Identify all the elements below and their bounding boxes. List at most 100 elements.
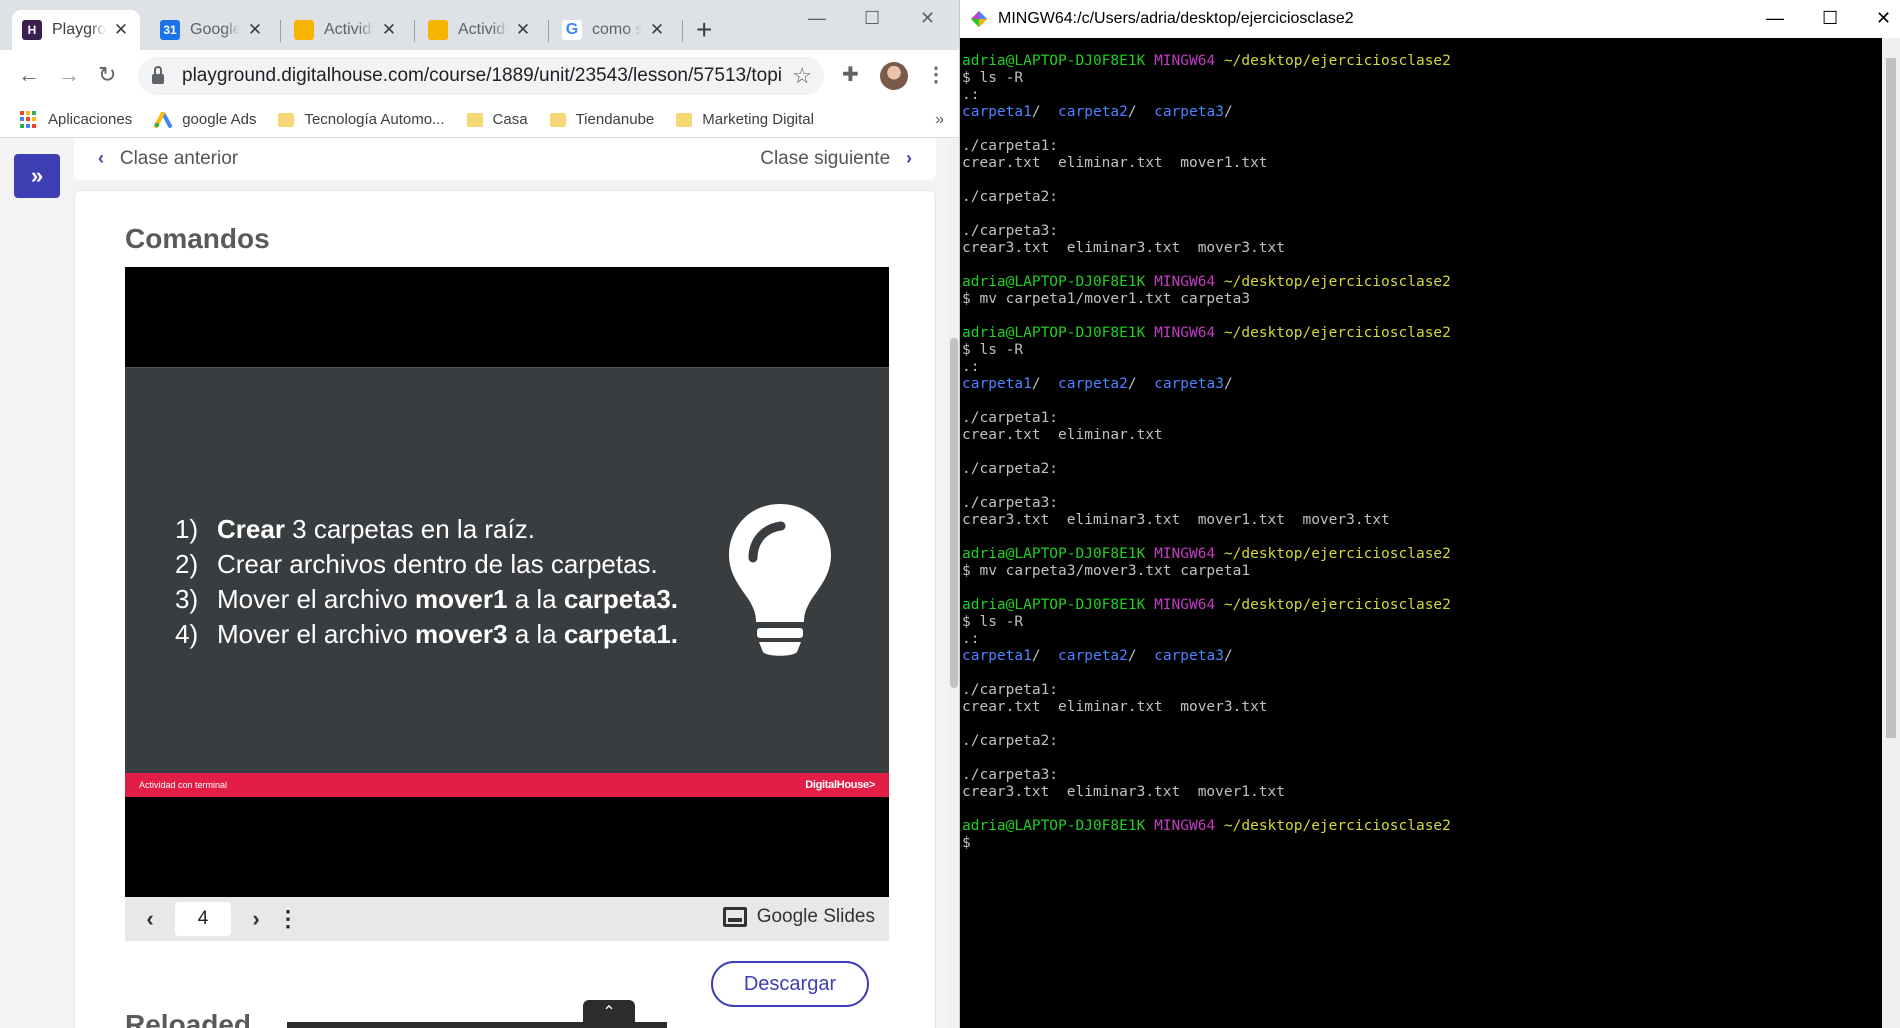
- maximize-button[interactable]: ☐: [864, 8, 880, 29]
- bookmark-marketing-digital[interactable]: Marketing Digital: [676, 111, 814, 128]
- bookmark-google-ads[interactable]: google Ads: [154, 111, 256, 128]
- folder-icon: [466, 112, 483, 127]
- section-title-reloaded: Reloaded: [125, 1009, 252, 1028]
- terminal-text-segment: adria@LAPTOP-DJ0F8E1K: [962, 274, 1155, 290]
- page-scrollbar[interactable]: [948, 138, 959, 1028]
- terminal-text-segment: ./carpeta2:: [962, 189, 1059, 205]
- terminal-line: adria@LAPTOP-DJ0F8E1K MINGW64 ~/desktop/…: [962, 546, 1882, 563]
- extensions-puzzle-icon[interactable]: ✚: [842, 62, 859, 87]
- tab-playground[interactable]: H Playground ✕: [12, 10, 140, 50]
- chevron-right-icon: ›: [906, 148, 912, 168]
- chevron-up-icon[interactable]: ⌃: [583, 1000, 635, 1028]
- bookmark-label: Aplicaciones: [48, 111, 133, 128]
- terminal-line: crear.txt eliminar.txt mover3.txt: [962, 699, 1882, 716]
- tab-actividad-2[interactable]: Actividad ✕: [418, 10, 542, 50]
- google-ads-icon: [154, 111, 173, 128]
- tab-separator: [280, 20, 281, 42]
- scrollbar-thumb[interactable]: [950, 338, 958, 688]
- browser-menu-icon[interactable]: ⋮: [926, 62, 946, 87]
- tab-google-calendar[interactable]: 31 Google Calendar ✕: [150, 10, 274, 50]
- terminal-text-segment: MINGW64: [1154, 274, 1224, 290]
- next-class-link[interactable]: Clase siguiente ›: [760, 148, 912, 170]
- bookmark-label: Marketing Digital: [702, 111, 814, 128]
- desktop: H Playground ✕ 31 Google Calendar ✕ Acti…: [0, 0, 1900, 1028]
- slides-favicon-icon: [294, 20, 314, 40]
- tab-close-icon[interactable]: ✕: [380, 20, 398, 40]
- minimize-button[interactable]: —: [808, 8, 826, 29]
- google-slides-embed[interactable]: 1) Crear 3 carpetas en la raíz. 2) Crear ar…: [125, 267, 889, 897]
- back-arrow-icon[interactable]: ←: [18, 62, 40, 88]
- bold-text: mover1: [414, 584, 508, 614]
- tab-actividad-1[interactable]: Actividad ✕: [284, 10, 408, 50]
- slides-favicon-icon: [428, 20, 448, 40]
- tab-close-icon[interactable]: ✕: [514, 20, 532, 40]
- terminal-maximize-button[interactable]: ☐: [1822, 8, 1838, 29]
- sidebar-expand-button[interactable]: »: [14, 154, 60, 198]
- tab-label: Playground: [52, 21, 106, 38]
- terminal-text-segment: /: [1031, 648, 1059, 664]
- reload-icon[interactable]: ↻: [98, 62, 116, 88]
- close-window-button[interactable]: ✕: [920, 8, 935, 29]
- forward-arrow-icon[interactable]: →: [58, 62, 80, 88]
- terminal-text-segment: adria@LAPTOP-DJ0F8E1K: [962, 53, 1155, 69]
- terminal-minimize-button[interactable]: —: [1766, 8, 1784, 29]
- terminal-text-segment: ~/desktop/ejerciciosclase2: [1223, 53, 1451, 69]
- google-slides-link[interactable]: Google Slides: [722, 906, 875, 928]
- terminal-text-segment: ./carpeta1:: [962, 682, 1059, 698]
- new-tab-button[interactable]: +: [696, 16, 712, 44]
- bookmark-star-icon[interactable]: ☆: [792, 63, 812, 89]
- bookmark-casa[interactable]: Casa: [466, 111, 528, 128]
- terminal-scrollbar[interactable]: [1882, 38, 1900, 1028]
- terminal-text-segment: ./carpeta3:: [962, 223, 1059, 239]
- bookmark-aplicaciones[interactable]: Aplicaciones: [20, 110, 133, 129]
- slide-page-number[interactable]: 4: [175, 902, 231, 936]
- terminal-text-segment: carpeta3: [1154, 648, 1224, 664]
- lock-icon[interactable]: [152, 66, 164, 84]
- tab-close-icon[interactable]: ✕: [112, 20, 130, 40]
- tab-close-icon[interactable]: ✕: [246, 20, 264, 40]
- terminal-line: carpeta1/ carpeta2/ carpeta3/: [962, 648, 1882, 665]
- lesson-content-card: Comandos 1) Crear 3 carpetas en la raíz. 2…: [74, 190, 936, 1028]
- slides-more-options-icon[interactable]: ⋮: [273, 906, 303, 932]
- slide-footer: Actividad con terminal DigitalHouse>: [125, 773, 889, 797]
- terminal-text-segment: crear.txt eliminar.txt mover3.txt: [962, 699, 1268, 715]
- terminal-output[interactable]: adria@LAPTOP-DJ0F8E1K MINGW64 ~/desktop/…: [962, 53, 1882, 852]
- terminal-line: ./carpeta3:: [962, 223, 1882, 240]
- bold-text: carpeta3.: [563, 584, 679, 614]
- bookmark-tiendanube[interactable]: Tiendanube: [549, 111, 654, 128]
- chevron-left-icon: ‹: [98, 148, 104, 168]
- folder-icon: [549, 112, 566, 127]
- bookmark-tecnologia[interactable]: Tecnología Automo...: [278, 111, 445, 128]
- terminal-text-segment: /: [1223, 648, 1233, 664]
- terminal-line: $ mv carpeta3/mover3.txt carpeta1: [962, 563, 1882, 580]
- terminal-close-button[interactable]: ✕: [1876, 8, 1891, 29]
- tab-google-search[interactable]: G como se ✕: [552, 10, 676, 50]
- bookmarks-overflow-button[interactable]: »: [935, 111, 944, 129]
- terminal-line: $ ls -R: [962, 342, 1882, 359]
- digitalhouse-logo: DigitalHouse>: [805, 779, 875, 791]
- previous-class-link[interactable]: ‹ Clase anterior: [98, 148, 238, 170]
- terminal-line: crear3.txt eliminar3.txt mover1.txt: [962, 784, 1882, 801]
- lesson-navigation: ‹ Clase anterior Clase siguiente ›: [74, 138, 936, 180]
- terminal-line: adria@LAPTOP-DJ0F8E1K MINGW64 ~/desktop/…: [962, 325, 1882, 342]
- previous-slide-button[interactable]: ‹: [133, 906, 167, 932]
- download-button[interactable]: Descargar: [711, 961, 869, 1007]
- profile-avatar[interactable]: [880, 62, 908, 90]
- terminal-text-segment: /: [1127, 104, 1155, 120]
- next-slide-button[interactable]: ›: [239, 906, 273, 932]
- tab-close-icon[interactable]: ✕: [648, 20, 666, 40]
- address-bar[interactable]: playground.digitalhouse.com/course/1889/…: [138, 57, 824, 95]
- tab-separator: [548, 20, 549, 42]
- scrollbar-thumb[interactable]: [1886, 58, 1896, 738]
- terminal-text-segment: ./carpeta1:: [962, 410, 1059, 426]
- slide: 1) Crear 3 carpetas en la raíz. 2) Crear ar…: [125, 367, 889, 797]
- lightbulb-icon: [729, 504, 831, 656]
- text: 3 carpetas en la raíz.: [284, 514, 535, 544]
- terminal-line: crear3.txt eliminar3.txt mover1.txt move…: [962, 512, 1882, 529]
- terminal-text-segment: ~/desktop/ejerciciosclase2: [1223, 274, 1451, 290]
